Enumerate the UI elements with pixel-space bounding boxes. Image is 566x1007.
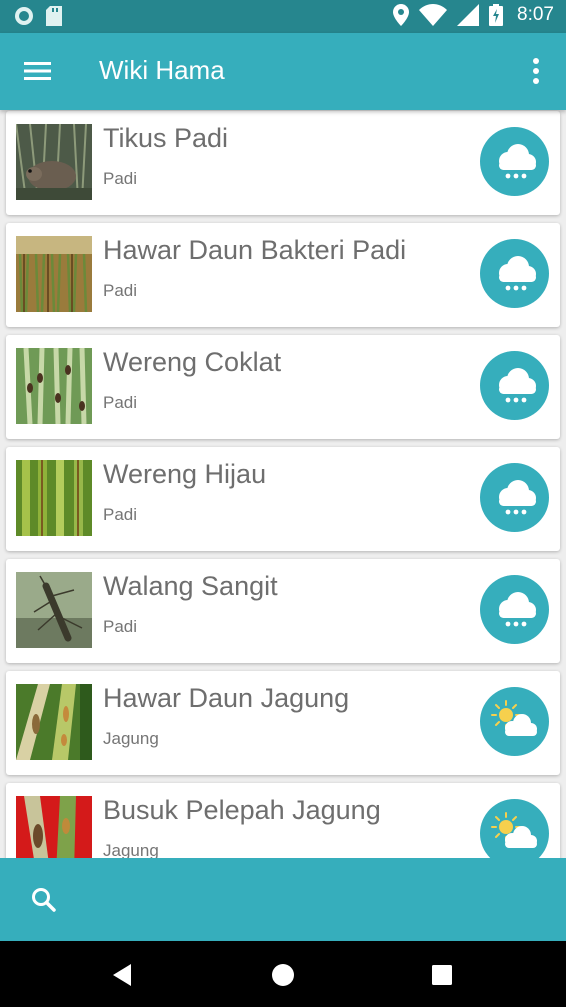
pest-crop: Padi (103, 393, 138, 412)
status-left-icons (14, 6, 62, 26)
pest-title: Walang Sangit (103, 571, 278, 601)
pest-title: Wereng Hijau (103, 459, 267, 489)
pest-title: Tikus Padi (103, 123, 229, 153)
weather-rain-button[interactable] (480, 575, 549, 644)
status-right-icons: 8:07 (393, 4, 554, 26)
rice-bug-thumbnail (16, 572, 92, 648)
pest-crop: Padi (103, 281, 138, 300)
search-icon (32, 888, 56, 912)
weather-sun-cloud-button[interactable] (480, 687, 549, 756)
rain-cloud-icon (499, 480, 536, 515)
weather-rain-button[interactable] (480, 351, 549, 420)
recents-button[interactable] (428, 961, 456, 989)
menu-icon (24, 62, 51, 80)
pest-card[interactable]: Hawar Daun Jagung Jagung (6, 671, 560, 775)
pest-crop: Padi (103, 169, 138, 188)
clock: 8:07 (517, 4, 554, 25)
pest-title: Wereng Coklat (103, 347, 282, 377)
corn-sheath-rot-thumbnail (16, 796, 92, 858)
battery-charging-icon (489, 4, 504, 26)
system-nav-bar (0, 941, 566, 1007)
bottom-bar (0, 858, 566, 941)
rain-cloud-icon (499, 256, 536, 291)
weather-rain-button[interactable] (480, 463, 549, 532)
pest-card[interactable]: Walang Sangit Padi (6, 559, 560, 663)
pest-card[interactable]: Tikus Padi Padi (6, 111, 560, 215)
app-title: Wiki Hama (99, 55, 225, 85)
search-button[interactable] (28, 884, 60, 916)
signal-icon (457, 4, 480, 26)
rain-cloud-icon (499, 144, 536, 179)
pest-title: Hawar Daun Jagung (103, 683, 350, 713)
menu-button[interactable] (18, 55, 58, 87)
back-button[interactable] (109, 961, 137, 989)
pest-card[interactable]: Busuk Pelepah Jagung Jagung (6, 783, 560, 858)
corn-leaf-blight-thumbnail (16, 684, 92, 760)
rat-thumbnail (16, 124, 92, 200)
pest-crop: Jagung (103, 729, 159, 748)
green-stalks-thumbnail (16, 460, 92, 536)
pest-list[interactable]: Tikus Padi Padi Hawar Daun Bakteri Padi … (0, 110, 566, 858)
rice-field-thumbnail (16, 236, 92, 312)
app-bar: Wiki Hama (0, 33, 566, 110)
overflow-menu-button[interactable] (524, 55, 548, 87)
pest-card[interactable]: Wereng Coklat Padi (6, 335, 560, 439)
back-icon (113, 964, 131, 986)
pest-crop: Jagung (103, 841, 159, 858)
record-icon (15, 7, 33, 25)
home-button[interactable] (269, 961, 297, 989)
pest-crop: Padi (103, 617, 138, 636)
status-bar: 8:07 (0, 0, 566, 33)
pest-crop: Padi (103, 505, 138, 524)
partly-sunny-icon (491, 700, 537, 736)
pest-card[interactable]: Wereng Hijau Padi (6, 447, 560, 551)
location-icon (393, 4, 410, 26)
pest-title: Hawar Daun Bakteri Padi (103, 235, 407, 265)
wifi-icon (419, 4, 448, 26)
home-icon (272, 964, 294, 986)
recents-icon (432, 965, 452, 985)
rain-cloud-icon (499, 592, 536, 627)
weather-rain-button[interactable] (480, 127, 549, 196)
pest-card[interactable]: Hawar Daun Bakteri Padi Padi (6, 223, 560, 327)
sd-card-icon (46, 6, 62, 26)
more-vert-icon (533, 58, 539, 84)
pest-title: Busuk Pelepah Jagung (103, 795, 381, 825)
brown-planthopper-thumbnail (16, 348, 92, 424)
weather-rain-button[interactable] (480, 239, 549, 308)
rain-cloud-icon (499, 368, 536, 403)
partly-sunny-icon (491, 812, 537, 848)
weather-sun-cloud-button[interactable] (480, 799, 549, 858)
